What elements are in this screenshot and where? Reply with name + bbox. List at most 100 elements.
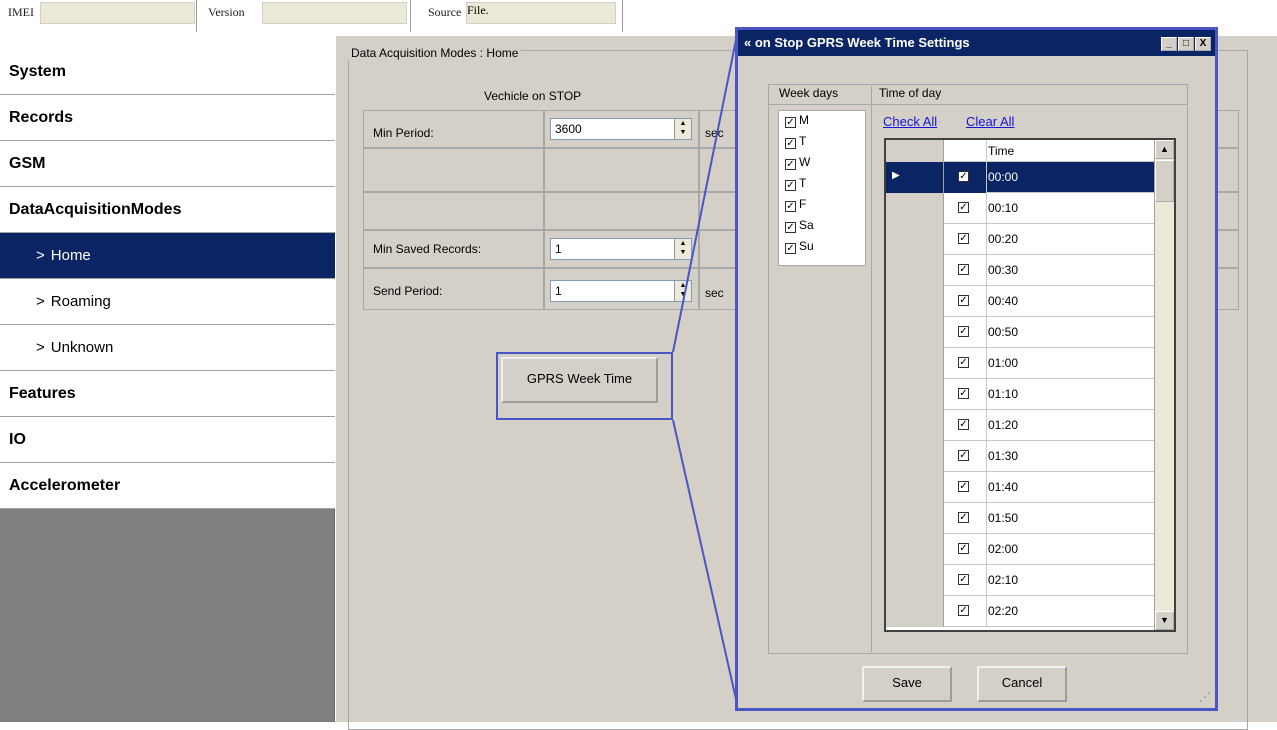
- time-value: 00:10: [988, 201, 1019, 215]
- maximize-icon[interactable]: □: [1178, 37, 1194, 51]
- time-checkbox-cell[interactable]: ✓: [944, 410, 987, 441]
- row-selector[interactable]: [886, 255, 944, 286]
- cancel-button[interactable]: Cancel: [977, 666, 1067, 702]
- check-all-link[interactable]: Check All: [883, 114, 937, 129]
- time-value: 01:30: [988, 449, 1019, 463]
- time-checkbox-cell[interactable]: ✓: [944, 534, 987, 565]
- checkbox-checked-icon[interactable]: ✓: [958, 419, 969, 430]
- checkbox-checked-icon[interactable]: ✓: [958, 574, 969, 585]
- checkbox-checked-icon[interactable]: ✓: [958, 357, 969, 368]
- table-header-row: Time: [886, 140, 1154, 162]
- table-row[interactable]: ✓ 02:20: [886, 596, 1154, 627]
- time-value: 01:50: [988, 511, 1019, 525]
- time-checkbox-cell[interactable]: ✓: [944, 441, 987, 472]
- weekday-label: T: [799, 176, 807, 190]
- time-value: 00:20: [988, 232, 1019, 246]
- row-selector[interactable]: [886, 472, 944, 503]
- dialog-titlebar[interactable]: « on Stop GPRS Week Time Settings _ □ X: [738, 30, 1215, 56]
- row-selector[interactable]: [886, 193, 944, 224]
- resize-grip-icon[interactable]: ⋰: [1199, 690, 1211, 704]
- weekday-item[interactable]: ✓ F: [785, 197, 806, 212]
- row-header-cell: [886, 140, 944, 162]
- row-selector[interactable]: ▶: [886, 162, 944, 193]
- table-row[interactable]: ✓ 02:00: [886, 534, 1154, 565]
- checkbox-checked-icon[interactable]: ✓: [958, 233, 969, 244]
- scroll-up-icon[interactable]: ▲: [1155, 140, 1174, 159]
- table-row[interactable]: ✓ 01:10: [886, 379, 1154, 410]
- weekday-item[interactable]: ✓ T: [785, 134, 806, 149]
- time-checkbox-cell[interactable]: ✓: [944, 348, 987, 379]
- time-checkbox-cell[interactable]: ✓: [944, 503, 987, 534]
- vertical-scrollbar[interactable]: ▲ ▼: [1154, 140, 1174, 630]
- checkbox-checked-icon[interactable]: ✓: [958, 295, 969, 306]
- row-selector[interactable]: [886, 286, 944, 317]
- save-button[interactable]: Save: [862, 666, 952, 702]
- row-selector[interactable]: [886, 596, 944, 627]
- time-checkbox-cell[interactable]: ✓: [944, 224, 987, 255]
- checkbox-checked-icon[interactable]: ✓: [785, 180, 796, 191]
- table-row[interactable]: ✓ 01:40: [886, 472, 1154, 503]
- scroll-thumb[interactable]: [1155, 160, 1174, 202]
- checkbox-checked-icon[interactable]: ✓: [958, 202, 969, 213]
- checkbox-checked-icon[interactable]: ✓: [958, 326, 969, 337]
- close-icon[interactable]: X: [1195, 37, 1211, 51]
- checkbox-checked-icon[interactable]: ✓: [785, 243, 796, 254]
- row-selector[interactable]: [886, 503, 944, 534]
- row-selector[interactable]: [886, 565, 944, 596]
- time-value: 01:00: [988, 356, 1019, 370]
- table-row[interactable]: ✓ 00:20: [886, 224, 1154, 255]
- table-row[interactable]: ✓ 00:10: [886, 193, 1154, 224]
- time-value: 02:00: [988, 542, 1019, 556]
- time-checkbox-cell[interactable]: ✓: [944, 317, 987, 348]
- row-selector[interactable]: [886, 379, 944, 410]
- row-selector[interactable]: [886, 410, 944, 441]
- checkbox-checked-icon[interactable]: ✓: [785, 138, 796, 149]
- table-row[interactable]: ▶ ✓ 00:00: [886, 162, 1154, 193]
- checkbox-checked-icon[interactable]: ✓: [785, 201, 796, 212]
- table-row[interactable]: ✓ 00:40: [886, 286, 1154, 317]
- time-checkbox-cell[interactable]: ✓: [944, 255, 987, 286]
- checkbox-checked-icon[interactable]: ✓: [785, 222, 796, 233]
- weekday-label: W: [799, 155, 811, 169]
- checkbox-checked-icon[interactable]: ✓: [958, 605, 969, 616]
- time-checkbox-cell[interactable]: ✓: [944, 379, 987, 410]
- table-row[interactable]: ✓ 01:00: [886, 348, 1154, 379]
- minimize-icon[interactable]: _: [1161, 37, 1177, 51]
- table-row[interactable]: ✓ 02:10: [886, 565, 1154, 596]
- checkbox-checked-icon[interactable]: ✓: [958, 512, 969, 523]
- time-checkbox-cell[interactable]: ✓: [944, 162, 987, 193]
- weekday-item[interactable]: ✓ Su: [785, 239, 814, 254]
- time-column-header: Time: [988, 144, 1015, 158]
- checkbox-checked-icon[interactable]: ✓: [785, 117, 796, 128]
- scroll-down-icon[interactable]: ▼: [1155, 611, 1174, 630]
- checkbox-checked-icon[interactable]: ✓: [958, 481, 969, 492]
- table-row[interactable]: ✓ 01:50: [886, 503, 1154, 534]
- checkbox-checked-icon[interactable]: ✓: [958, 388, 969, 399]
- checkbox-checked-icon[interactable]: ✓: [958, 264, 969, 275]
- time-checkbox-cell[interactable]: ✓: [944, 286, 987, 317]
- checkbox-checked-icon[interactable]: ✓: [958, 543, 969, 554]
- weekday-item[interactable]: ✓ Sa: [785, 218, 814, 233]
- checkbox-checked-icon[interactable]: ✓: [958, 450, 969, 461]
- row-selector[interactable]: [886, 224, 944, 255]
- table-row[interactable]: ✓ 01:30: [886, 441, 1154, 472]
- clear-all-link[interactable]: Clear All: [966, 114, 1014, 129]
- row-selector[interactable]: [886, 348, 944, 379]
- weekday-item[interactable]: ✓ T: [785, 176, 806, 191]
- table-row[interactable]: ✓ 01:20: [886, 410, 1154, 441]
- table-row[interactable]: ✓ 00:30: [886, 255, 1154, 286]
- time-checkbox-cell[interactable]: ✓: [944, 472, 987, 503]
- time-value: 02:20: [988, 604, 1019, 618]
- week-time-dialog: « on Stop GPRS Week Time Settings _ □ X We…: [735, 27, 1218, 711]
- time-checkbox-cell[interactable]: ✓: [944, 193, 987, 224]
- table-row[interactable]: ✓ 00:50: [886, 317, 1154, 348]
- time-checkbox-cell[interactable]: ✓: [944, 565, 987, 596]
- checkbox-checked-icon[interactable]: ✓: [785, 159, 796, 170]
- weekday-item[interactable]: ✓ W: [785, 155, 810, 170]
- weekday-item[interactable]: ✓ M: [785, 113, 809, 128]
- time-checkbox-cell[interactable]: ✓: [944, 596, 987, 627]
- checkbox-checked-icon[interactable]: ✓: [958, 171, 969, 182]
- row-selector[interactable]: [886, 317, 944, 348]
- row-selector[interactable]: [886, 441, 944, 472]
- row-selector[interactable]: [886, 534, 944, 565]
